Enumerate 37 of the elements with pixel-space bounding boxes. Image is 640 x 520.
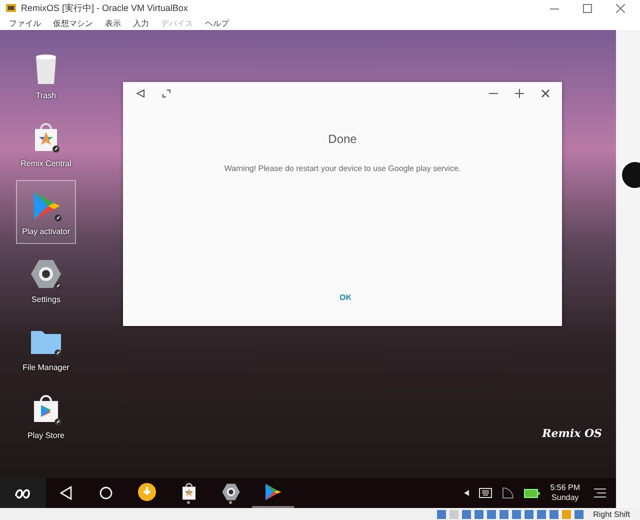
menu-icon	[594, 488, 606, 498]
launcher-button[interactable]	[0, 478, 46, 508]
desktop-shortcut[interactable]: Settings	[16, 248, 76, 312]
plus-icon	[514, 88, 524, 98]
host-key-label: Right Shift	[593, 510, 630, 518]
clock-day: Sunday	[552, 493, 579, 503]
home-icon	[99, 486, 113, 500]
menu-item[interactable]: ヘルプ	[205, 18, 229, 28]
dialog-title: Done	[327, 132, 358, 146]
play-triangle-icon	[263, 482, 283, 502]
back-icon	[59, 486, 73, 500]
maximize-icon	[582, 4, 592, 12]
clock-time: 5:56 PM	[550, 483, 580, 493]
desktop-shortcut[interactable]: File Manager	[16, 316, 76, 380]
desktop-shortcut[interactable]: Play Store	[16, 384, 76, 448]
caret-icon	[464, 490, 470, 496]
menu-item[interactable]: 表示	[105, 18, 121, 28]
desktop-shortcut[interactable]: Trash	[16, 44, 76, 108]
back-icon	[136, 88, 144, 98]
close-icon	[616, 4, 624, 12]
wallpaper-logo: Remix OS	[542, 427, 602, 440]
download-icon	[137, 482, 157, 502]
menu-item[interactable]: ファイル	[9, 18, 41, 28]
window-title: RemixOS [実行中] - Oracle VM VirtualBox	[21, 2, 189, 14]
keyboard-icon	[479, 488, 492, 498]
settings-icon	[221, 482, 241, 502]
dialog-message: Warning! Please do restart your device to use Google play service.	[223, 164, 462, 173]
signal-icon	[502, 487, 514, 499]
ok-button[interactable]: OK	[336, 291, 356, 304]
desktop-shortcut[interactable]: Remix Central	[16, 112, 76, 176]
close-icon	[540, 88, 550, 98]
desktop-shortcut[interactable]: Play activator	[16, 180, 76, 244]
menu-item[interactable]: 入力	[133, 18, 149, 28]
menu-item[interactable]: 仮想マシン	[53, 18, 93, 28]
virtualbox-logo-icon	[6, 3, 16, 13]
resize-icon	[162, 88, 170, 98]
battery-icon	[524, 488, 540, 498]
